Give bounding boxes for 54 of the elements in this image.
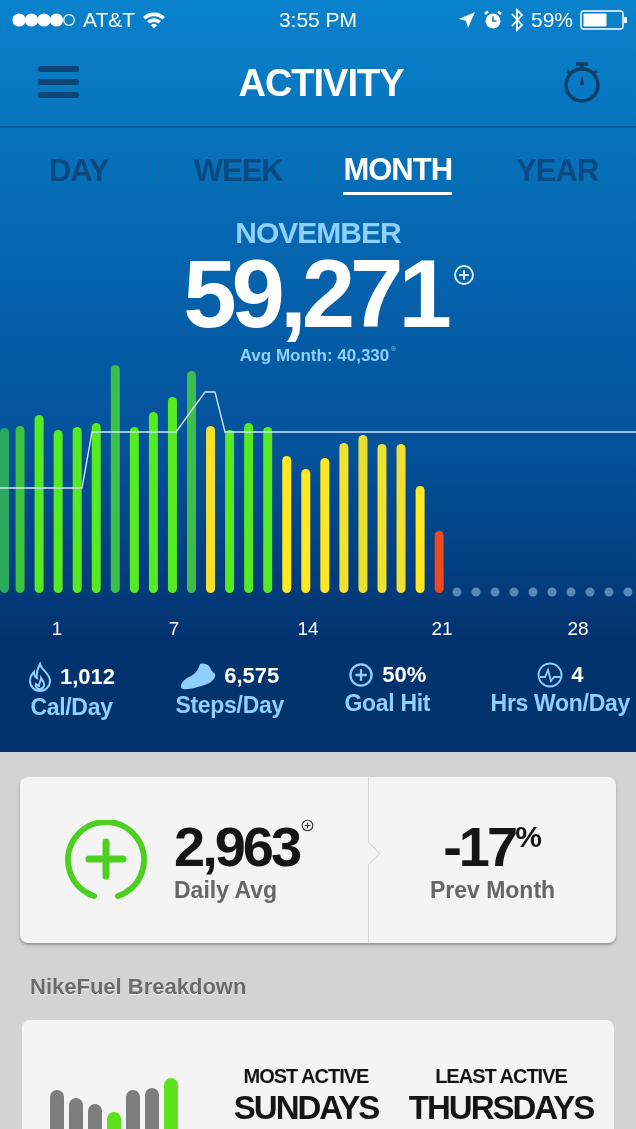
stat-value: 1,012 bbox=[60, 664, 116, 690]
axis-label: 1 bbox=[51, 618, 63, 639]
alarm-clock-icon bbox=[482, 10, 503, 30]
stat-value: 50% bbox=[382, 662, 427, 688]
plus-circle-icon bbox=[348, 662, 375, 688]
screen-title: ACTIVITY bbox=[238, 61, 404, 105]
stat-value: 6,575 bbox=[224, 663, 280, 689]
stat-label: Steps/Day bbox=[175, 692, 284, 719]
stat-label: Goal Hit bbox=[344, 690, 431, 717]
empty-day-dot bbox=[528, 587, 538, 597]
plus-ring-icon bbox=[64, 820, 148, 900]
empty-day-dot bbox=[452, 587, 462, 597]
activity-day: THURSDAYS bbox=[408, 1088, 594, 1128]
axis-label: 7 bbox=[168, 618, 180, 639]
axis-label: 21 bbox=[431, 618, 453, 639]
stat-label: Hrs Won/Day bbox=[490, 690, 630, 717]
section-heading: NikeFuel Breakdown bbox=[30, 974, 248, 1000]
daily-average-value: 2,963 bbox=[174, 816, 300, 877]
activity-caption: MOST ACTIVE bbox=[243, 1064, 369, 1088]
daily-average-label: Daily Avg bbox=[174, 876, 279, 904]
stat-label: Cal/Day bbox=[30, 694, 113, 721]
stopwatch-button[interactable] bbox=[562, 60, 602, 106]
empty-day-dot bbox=[509, 587, 519, 597]
battery-icon bbox=[580, 10, 628, 30]
battery-percent: 59% bbox=[530, 8, 573, 32]
signal-icon bbox=[12, 13, 76, 27]
change-label: Prev Month bbox=[429, 876, 556, 904]
chart-bar bbox=[434, 531, 444, 593]
axis-label: 28 bbox=[567, 618, 589, 639]
empty-day-dot bbox=[471, 587, 481, 597]
flame-icon bbox=[28, 662, 52, 692]
average-text: Avg Month: 40,330 bbox=[239, 346, 390, 366]
period-tab[interactable]: YEAR bbox=[478, 147, 636, 193]
empty-day-dot bbox=[585, 587, 595, 597]
period-tab[interactable]: DAY bbox=[0, 147, 158, 193]
empty-day-dot bbox=[566, 587, 576, 597]
period-tab[interactable]: WEEK bbox=[159, 147, 317, 193]
clock-time: 3:55 PM bbox=[278, 8, 358, 31]
location-arrow-icon bbox=[457, 11, 476, 29]
period-tab[interactable]: MONTH bbox=[343, 145, 453, 195]
bluetooth-icon bbox=[509, 8, 524, 32]
activity-caption: LEAST ACTIVE bbox=[435, 1064, 567, 1088]
empty-day-dot bbox=[490, 587, 500, 597]
empty-day-dot bbox=[623, 587, 633, 597]
carrier-name: AT&T bbox=[83, 8, 136, 32]
stat-value: 4 bbox=[571, 662, 584, 688]
shoe-icon bbox=[180, 662, 217, 690]
change-value: -17$^{%}$ bbox=[443, 816, 542, 877]
activity-day: SUNDAYS bbox=[233, 1088, 379, 1128]
empty-day-dot bbox=[547, 587, 557, 597]
axis-label: 14 bbox=[297, 618, 319, 639]
pulse-circle-icon bbox=[537, 662, 564, 688]
wifi-icon bbox=[142, 11, 167, 29]
empty-day-dot bbox=[604, 587, 614, 597]
